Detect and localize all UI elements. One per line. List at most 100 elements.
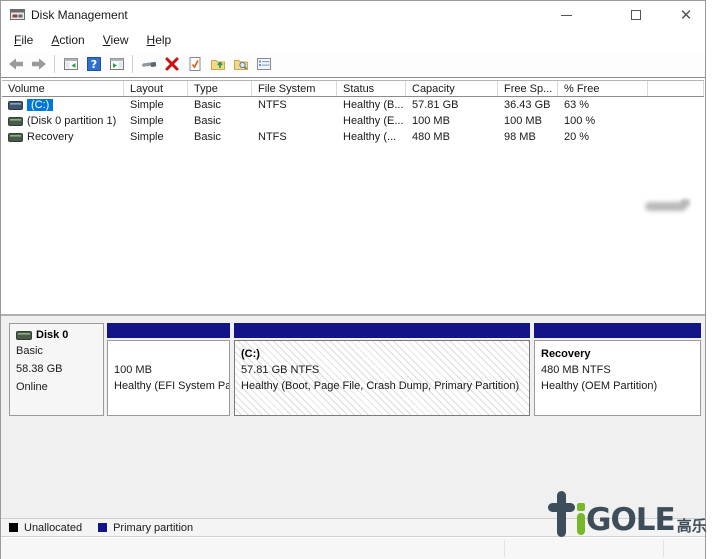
partition-size: 57.81 GB NTFS (241, 364, 529, 380)
layout-cell: Simple (124, 113, 188, 129)
status-bar-separator (504, 540, 505, 557)
column-header-status[interactable]: Status (337, 81, 406, 96)
help-button[interactable]: ? (82, 53, 105, 75)
show-console-tree-button[interactable] (59, 53, 82, 75)
status-cell: Healthy (... (337, 129, 406, 145)
disk-type: Basic (16, 343, 103, 359)
partition-c[interactable]: (C:) 57.81 GB NTFS Healthy (Boot, Page F… (234, 323, 530, 416)
volume-table: Volume Layout Type File System Status Ca… (2, 80, 704, 145)
forward-icon (31, 56, 47, 72)
menu-action[interactable]: Action (42, 31, 93, 49)
legend-primary-partition-label: Primary partition (113, 522, 193, 534)
volume-cell: Recovery (2, 129, 124, 145)
disk-size: 58.38 GB (16, 361, 103, 377)
disk-status: Online (16, 379, 103, 395)
delete-volume-button[interactable] (160, 53, 183, 75)
screen: Disk Management ✕ File Action View Help (0, 0, 720, 559)
show-action-pane-button[interactable] (105, 53, 128, 75)
capacity-cell: 480 MB (406, 129, 498, 145)
table-row[interactable]: Recovery Simple Basic NTFS Healthy (... … (2, 129, 704, 145)
partition-body: 100 MB Healthy (EFI System Pa (107, 340, 230, 416)
higole-gole-text: GOLE (586, 505, 675, 536)
primary-partition-swatch (98, 523, 107, 532)
properties-icon (256, 56, 272, 72)
maximize-button[interactable] (617, 1, 655, 29)
table-row[interactable]: (C:) Simple Basic NTFS Healthy (B... 57.… (2, 97, 704, 113)
pct-free-cell: 20 % (558, 129, 648, 145)
partition-recovery[interactable]: Recovery 480 MB NTFS Healthy (OEM Partit… (534, 323, 701, 416)
title-bar: Disk Management ✕ (1, 1, 705, 29)
volume-list-pane: Volume Layout Type File System Status Ca… (1, 78, 705, 314)
disk0-label-panel[interactable]: Disk 0 Basic 58.38 GB Online (9, 323, 104, 416)
partition-label: Recovery (541, 348, 700, 364)
capacity-cell: 100 MB (406, 113, 498, 129)
menu-bar: File Action View Help (1, 29, 705, 51)
higole-i-glyph (576, 503, 586, 537)
table-row[interactable]: (Disk 0 partition 1) Simple Basic Health… (2, 113, 704, 129)
column-header-volume[interactable]: Volume (2, 81, 124, 96)
column-header-capacity[interactable]: Capacity (406, 81, 498, 96)
partition-body: Recovery 480 MB NTFS Healthy (OEM Partit… (534, 340, 701, 416)
show-console-tree-icon (63, 56, 79, 72)
fs-cell: NTFS (252, 129, 337, 145)
free-space-cell: 36.43 GB (498, 97, 558, 113)
delete-icon (164, 56, 180, 72)
forward-button[interactable] (27, 53, 50, 75)
type-cell: Basic (188, 97, 252, 113)
fs-cell: NTFS (252, 97, 337, 113)
checklist-document-icon (187, 56, 203, 72)
higole-h-glyph (548, 491, 575, 537)
volume-cell: (C:) (2, 97, 124, 113)
disk-icon (16, 331, 32, 340)
column-header-empty (648, 81, 704, 96)
higole-watermark: GOLE 高乐 (548, 481, 720, 537)
properties-button[interactable] (252, 53, 275, 75)
partition-status: Healthy (Boot, Page File, Crash Dump, Pr… (241, 380, 529, 396)
column-header-file-system[interactable]: File System (252, 81, 337, 96)
toolbar-separator (54, 55, 55, 73)
volume-label: Recovery (27, 131, 73, 143)
open-folder-up-button[interactable] (206, 53, 229, 75)
back-button[interactable] (4, 53, 27, 75)
menu-view[interactable]: View (94, 31, 138, 49)
checklist-document-button[interactable] (183, 53, 206, 75)
menu-help[interactable]: Help (138, 31, 181, 49)
volume-cell: (Disk 0 partition 1) (2, 113, 124, 129)
close-icon: ✕ (680, 6, 693, 24)
column-header-type[interactable]: Type (188, 81, 252, 96)
column-header-layout[interactable]: Layout (124, 81, 188, 96)
toolbar: ? (1, 51, 705, 78)
window-title: Disk Management (31, 8, 128, 22)
maximize-icon (631, 10, 641, 20)
legend-unallocated-label: Unallocated (24, 522, 82, 534)
volume-label: (Disk 0 partition 1) (27, 115, 116, 127)
partition-efi[interactable]: 100 MB Healthy (EFI System Pa (107, 323, 230, 416)
help-icon: ? (86, 56, 102, 72)
minimize-icon (561, 15, 572, 16)
explore-folder-button[interactable] (229, 53, 252, 75)
partition-size: 480 MB NTFS (541, 364, 700, 380)
partition-label: (C:) (241, 348, 529, 364)
partition-color-bar (234, 323, 530, 338)
table-header-row: Volume Layout Type File System Status Ca… (2, 80, 704, 97)
partition-status: Healthy (EFI System Pa (114, 380, 229, 396)
partition-color-bar (534, 323, 701, 338)
column-header-pct-free[interactable]: % Free (558, 81, 648, 96)
volume-label-selected: (C:) (27, 99, 53, 111)
type-cell: Basic (188, 129, 252, 145)
minimize-button[interactable] (547, 1, 585, 29)
free-space-cell: 100 MB (498, 113, 558, 129)
close-button[interactable]: ✕ (667, 1, 705, 29)
partition-body-selected: (C:) 57.81 GB NTFS Healthy (Boot, Page F… (234, 340, 530, 416)
menu-file[interactable]: File (5, 31, 42, 49)
partition-color-bar (107, 323, 230, 338)
volume-icon (8, 101, 23, 110)
tools-button[interactable] (137, 53, 160, 75)
column-header-free-space[interactable]: Free Sp... (498, 81, 558, 96)
unallocated-swatch (9, 523, 18, 532)
open-folder-up-icon (210, 56, 226, 72)
layout-cell: Simple (124, 129, 188, 145)
capacity-cell: 57.81 GB (406, 97, 498, 113)
fs-cell (252, 113, 337, 129)
pct-free-cell: 100 % (558, 113, 648, 129)
